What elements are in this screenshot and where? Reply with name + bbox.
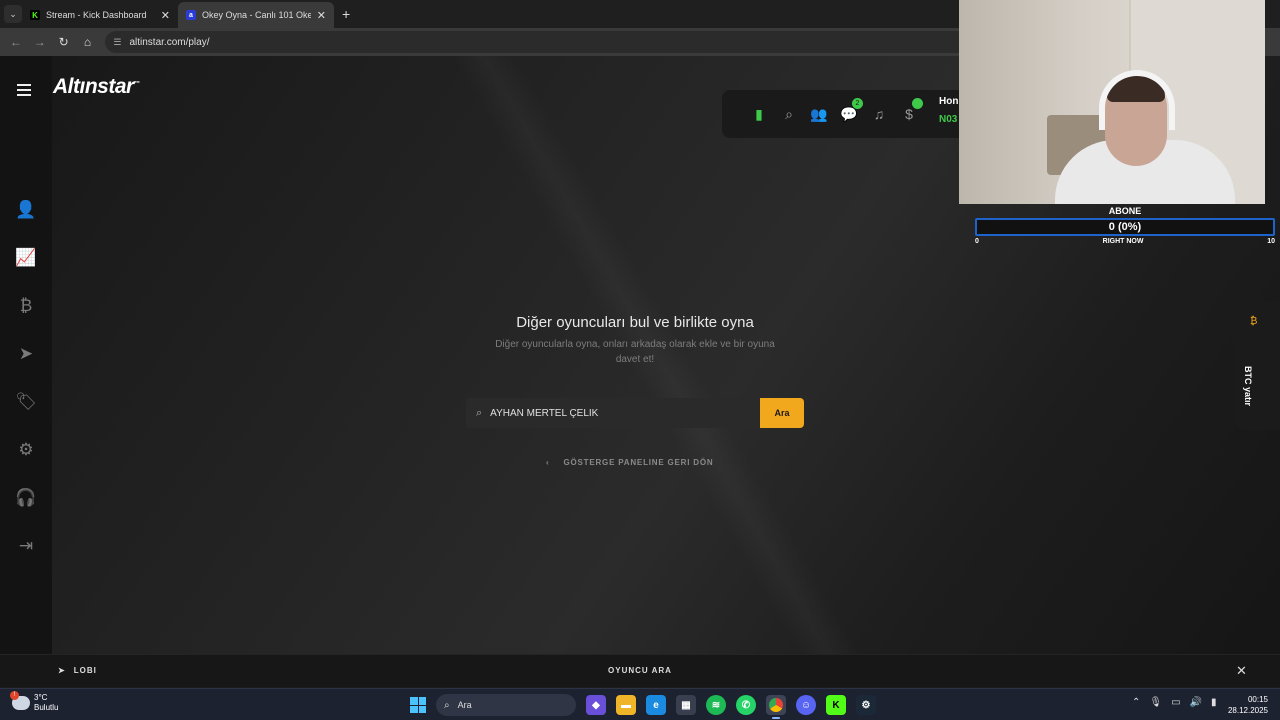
file-explorer-icon[interactable]: ▬ (616, 695, 636, 715)
site-info-icon[interactable]: ☰ (113, 37, 121, 48)
goal-max: 10 (1267, 238, 1275, 245)
support-headset-icon[interactable]: 🎧 (0, 474, 52, 522)
new-tab-button[interactable]: + (342, 6, 350, 22)
goal-title: ABONE (1108, 206, 1142, 216)
url-text: altinstar.com/play/ (129, 36, 210, 48)
chevron-down-icon: ⌄ (9, 8, 17, 19)
bitcoin-icon[interactable]: ₿ (0, 282, 52, 330)
tab-okey-oyna[interactable]: a Okey Oyna - Canlı 101 Okey ve ✕ (178, 2, 334, 28)
settings-sliders-icon[interactable]: ⚙ (0, 426, 52, 474)
status-dot (912, 98, 923, 109)
webcam-overlay (959, 0, 1265, 204)
search-icon: ⌕ (444, 699, 450, 711)
copilot-icon[interactable]: ◆ (586, 695, 606, 715)
microphone-icon[interactable]: 🎙 (1149, 697, 1162, 708)
weather-desc: Bulutlu (34, 703, 59, 712)
clock-time: 00:15 (1247, 695, 1268, 704)
goal-label: RIGHT NOW (1102, 238, 1144, 245)
header-toolbar: ▮ ⌕ 👥 💬 2 ♫ $ (722, 90, 962, 138)
user-info[interactable]: Hon N03 (939, 96, 958, 125)
hamburger-menu-icon[interactable] (17, 84, 31, 99)
stats-chart-icon[interactable]: 📈 (0, 234, 52, 282)
back-button[interactable]: ← (4, 35, 28, 49)
player-search-form: ⌕ Ara (466, 398, 804, 428)
search-icon: ⌕ (476, 406, 483, 419)
kick-logo-icon: K (30, 10, 40, 20)
close-icon[interactable]: ✕ (317, 9, 326, 22)
search-button[interactable]: Ara (760, 398, 804, 428)
panel-title: OYUNCU ARA (608, 666, 672, 675)
goal-progress-bar: 0 (0%) (975, 218, 1275, 236)
chrome-icon[interactable] (766, 695, 786, 719)
taskbar-search[interactable]: ⌕ Ara (436, 694, 576, 716)
battery-icon[interactable]: ▮ (1211, 697, 1217, 708)
chevron-left-icon: ‹ (546, 458, 550, 467)
logout-icon[interactable]: ⇥ (0, 522, 52, 570)
subscriber-goal-widget: ABONE 0 (0%) 0 RIGHT NOW 10 (975, 204, 1275, 250)
spotify-icon[interactable]: ≋ (706, 695, 726, 715)
chat-badge: 2 (852, 98, 863, 109)
user-id: N03 (939, 114, 958, 125)
clock-date: 28.12.2025 (1227, 706, 1268, 715)
system-tray: ⌃ 🎙 ▭ 🔊 ▮ (1132, 697, 1217, 708)
page-subtitle: Diğer oyuncularla oyna, onları arkadaş o… (495, 339, 775, 365)
chat-icon[interactable]: 💬 2 (840, 98, 863, 123)
edge-icon[interactable]: e (646, 695, 666, 715)
whatsapp-icon[interactable]: ✆ (736, 695, 756, 715)
user-name: Hon (939, 96, 959, 107)
player-search-input[interactable] (490, 407, 731, 419)
bitcoin-icon: ₿ (1250, 316, 1258, 327)
tab-label: Stream - Kick Dashboard (46, 10, 147, 20)
volume-icon[interactable]: 🔊 (1190, 697, 1202, 708)
tab-kick-dashboard[interactable]: K Stream - Kick Dashboard ✕ (22, 2, 178, 28)
find-players-panel: Diğer oyuncuları bul ve birlikte oyna Di… (466, 314, 804, 367)
tab-search-menu-button[interactable]: ⌄ (4, 5, 22, 23)
steam-icon[interactable]: ⚙ (856, 695, 876, 715)
left-sidebar: 👤 📈 ₿ ➤ 🏷 ⚙ 🎧 ⇥ (0, 186, 52, 570)
network-icon[interactable]: ▭ (1171, 697, 1180, 708)
altinstar-favicon-icon: a (186, 10, 196, 20)
close-icon[interactable]: ✕ (161, 9, 170, 22)
windows-taskbar: 3°C Bulutlu ⌕Ara ◆ ▬ e ▦ ≋ ✆ ☺ K ⚙ ⌃ 🎙 ▭… (0, 688, 1280, 720)
bottom-panel-bar: ➤ LOBI OYUNCU ARA ✕ (0, 654, 1280, 687)
taskbar-clock[interactable]: 00:15 28.12.2025 (1222, 694, 1268, 716)
music-icon[interactable]: ♫ (870, 105, 888, 123)
goal-value: 0 (0%) (1108, 221, 1142, 233)
home-button[interactable]: ⌂ (76, 35, 100, 49)
profile-icon[interactable]: 👤 (0, 186, 52, 234)
goal-scale: 0 RIGHT NOW 10 (975, 238, 1275, 245)
store-icon[interactable]: ▦ (676, 695, 696, 715)
forward-button[interactable]: → (28, 35, 52, 49)
back-to-dashboard-link[interactable]: ‹ GÖSTERGE PANELINE GERI DÖN (546, 458, 713, 467)
tag-icon[interactable]: 🏷 (0, 378, 52, 426)
close-icon[interactable]: ✕ (1236, 663, 1247, 679)
cloud-icon (10, 691, 30, 710)
signal-icon: ▮ (755, 105, 763, 122)
weather-widget[interactable]: 3°C Bulutlu (10, 691, 59, 713)
reload-button[interactable]: ↻ (52, 35, 76, 49)
site-logo[interactable]: Altınstar™ (53, 75, 140, 99)
page-title: Diğer oyuncuları bul ve birlikte oyna (516, 314, 754, 331)
chevron-up-icon[interactable]: ⌃ (1132, 697, 1140, 708)
search-field-wrapper[interactable]: ⌕ (466, 398, 760, 428)
weather-temp: 3°C (34, 693, 48, 702)
discord-icon[interactable]: ☺ (796, 695, 816, 715)
goal-min: 0 (975, 238, 979, 245)
taskbar-apps: ⌕ Ara ◆ ▬ e ▦ ≋ ✆ ☺ K ⚙ (410, 694, 876, 719)
friends-icon[interactable]: 👥 (810, 105, 828, 123)
btc-deposit-label: BTC yatır (1243, 366, 1253, 407)
windows-start-icon[interactable] (410, 697, 426, 713)
search-icon[interactable]: ⌕ (780, 105, 798, 123)
wallet-icon[interactable]: $ (900, 98, 923, 123)
send-icon[interactable]: ➤ (0, 330, 52, 378)
kick-app-icon[interactable]: K (826, 695, 846, 715)
btc-deposit-tab[interactable]: ₿ BTC yatır (1233, 302, 1280, 430)
back-link-label: GÖSTERGE PANELINE GERI DÖN (563, 458, 714, 467)
tab-label: Okey Oyna - Canlı 101 Okey ve (202, 10, 311, 20)
